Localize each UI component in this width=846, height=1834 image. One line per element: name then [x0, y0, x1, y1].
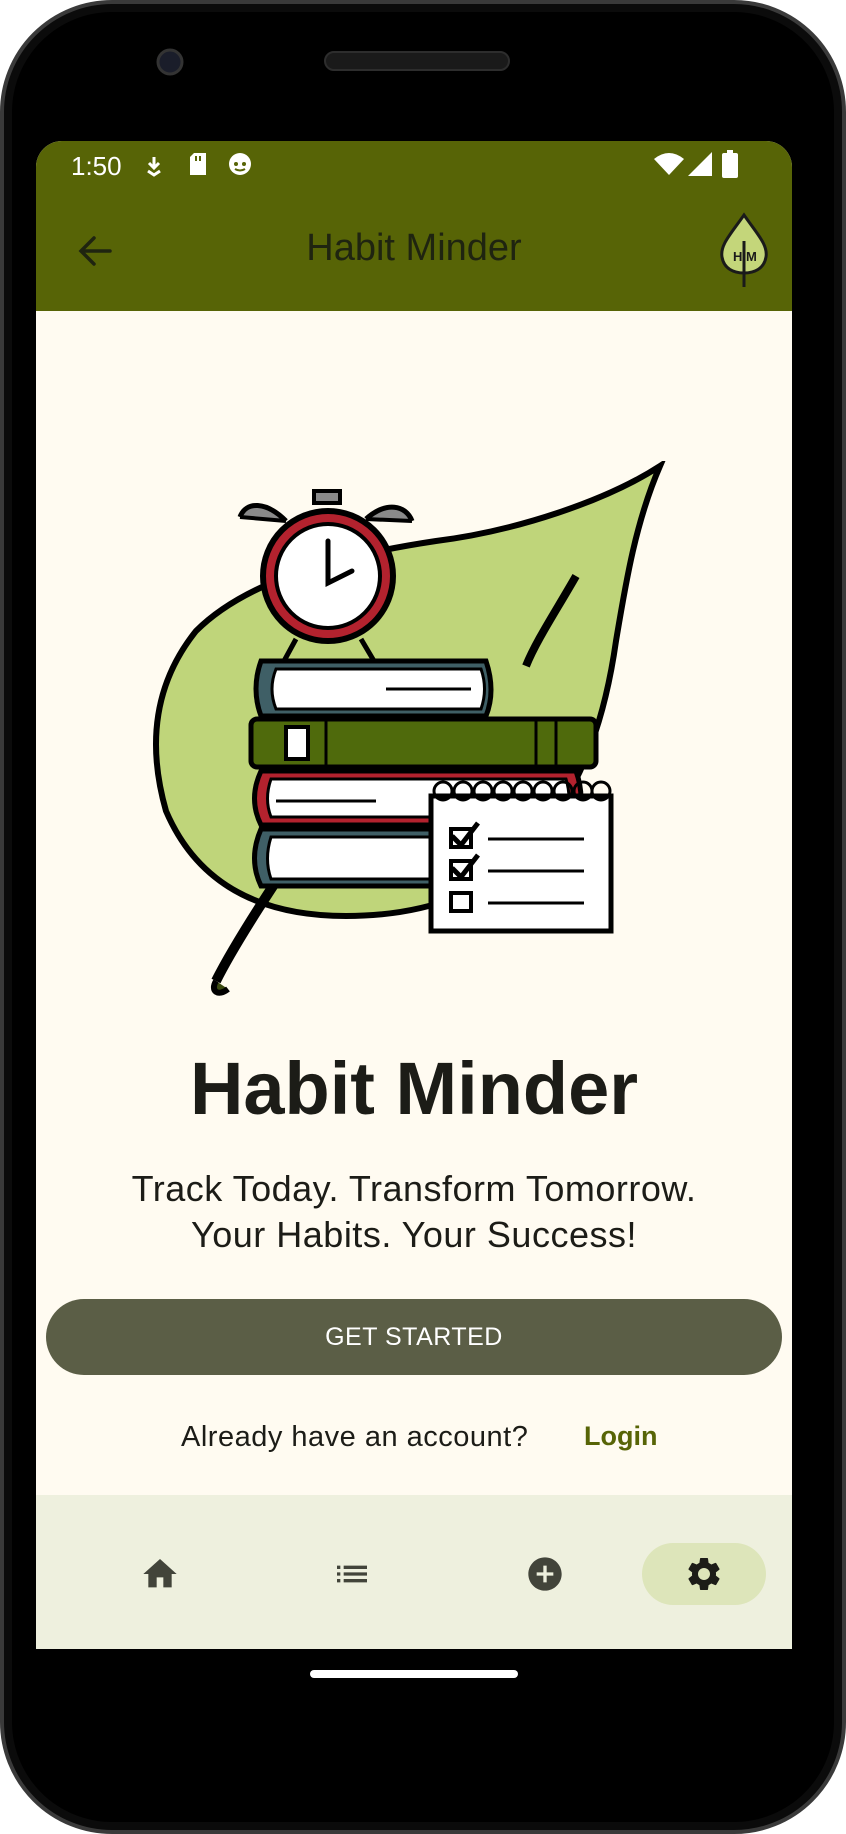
app-bar-title: Habit Minder: [306, 227, 522, 269]
add-circle-icon: [528, 1557, 562, 1591]
gear-icon: [688, 1558, 720, 1590]
hero-title: Habit Minder: [189, 1047, 639, 1130]
tagline: Track Today. Transform Tomorrow. Your Ha…: [36, 1166, 792, 1258]
gesture-home-bar[interactable]: [310, 1670, 518, 1678]
list-icon: [337, 1565, 367, 1583]
checklist-notepad-icon: [428, 780, 614, 934]
login-link[interactable]: Login: [584, 1421, 657, 1452]
app-bar: 1:50 Habit Minder H M: [36, 141, 792, 311]
bottom-navigation: [36, 1495, 792, 1649]
hero-illustration: [153, 461, 666, 996]
tagline-line-1: Track Today. Transform Tomorrow.: [131, 1168, 697, 1209]
nav-list[interactable]: [290, 1543, 414, 1605]
phone-frame: 1:50 Habit Minder H M Habit Minder Track…: [0, 0, 846, 1834]
get-started-button[interactable]: GET STARTED: [46, 1299, 782, 1375]
leaf-logo-icon: H M: [720, 212, 768, 287]
status-time: 1:50: [71, 151, 122, 181]
nav-add[interactable]: [483, 1543, 607, 1605]
status-bar: 1:50: [36, 141, 792, 187]
battery-icon: [722, 150, 738, 178]
svg-text:M: M: [746, 249, 757, 264]
sd-card-icon: [190, 153, 206, 175]
nav-home[interactable]: [98, 1543, 222, 1605]
signal-icon: [688, 152, 712, 176]
account-prompt: Already have an account?: [181, 1421, 529, 1453]
home-icon: [143, 1559, 177, 1588]
svg-text:H: H: [733, 249, 742, 264]
download-icon: [147, 157, 161, 177]
tagline-line-2: Your Habits. Your Success!: [191, 1214, 637, 1255]
app-screen: 1:50 Habit Minder H M Habit Minder Track…: [36, 141, 792, 1649]
face-icon: [229, 153, 251, 175]
nav-settings[interactable]: [642, 1543, 766, 1605]
wifi-icon: [654, 153, 684, 175]
